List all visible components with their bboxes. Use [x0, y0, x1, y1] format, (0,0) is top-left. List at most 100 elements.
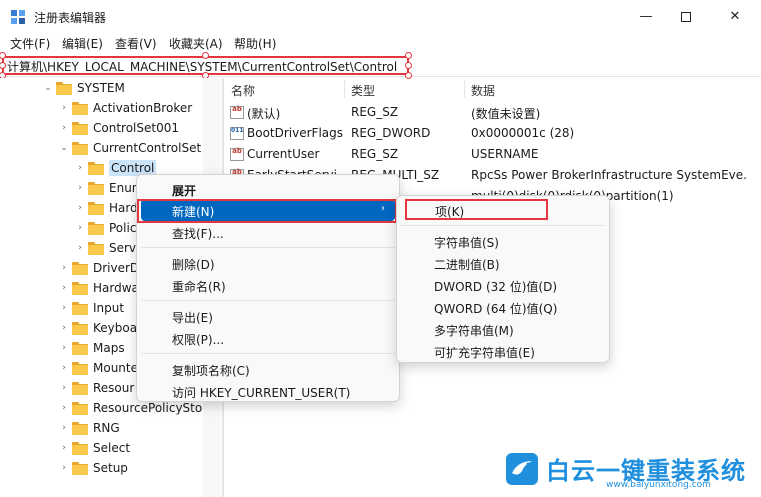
tree-item-label: Serv	[109, 241, 137, 255]
tree-item[interactable]: › RNG	[58, 418, 120, 438]
tree-item[interactable]: › DriverD	[58, 258, 139, 278]
tree-item[interactable]: ⌄ CurrentControlSet	[58, 138, 201, 158]
folder-icon	[56, 82, 72, 95]
chevron-right-icon[interactable]: ›	[58, 423, 70, 433]
title-bar: 注册表编辑器 — ✕	[0, 0, 761, 33]
chevron-right-icon[interactable]: ›	[58, 123, 70, 133]
table-row[interactable]: 011 BootDriverFlags REG_DWORD 0x0000001c (2…	[224, 123, 744, 144]
chevron-down-icon[interactable]: ⌄	[42, 83, 54, 93]
menu-item-delete[interactable]: 删除(D)	[141, 252, 395, 274]
table-row[interactable]: ab CurrentUser REG_SZ USERNAME	[224, 144, 744, 165]
bird-logo-icon	[506, 453, 538, 485]
chevron-right-icon[interactable]: ›	[58, 403, 70, 413]
binary-value-icon: 011	[230, 127, 244, 140]
chevron-right-icon[interactable]: ›	[58, 463, 70, 473]
tree-item[interactable]: › Keyboa	[58, 318, 137, 338]
tree-item[interactable]: ⌄ SYSTEM	[42, 78, 125, 98]
folder-icon	[72, 382, 88, 395]
tree-item-label: Polic	[109, 221, 137, 235]
menu-favorites[interactable]: 收藏夹(A)	[169, 35, 223, 52]
chevron-right-icon[interactable]: ›	[74, 203, 86, 213]
table-row[interactable]: ab (默认) REG_SZ (数值未设置)	[224, 102, 744, 123]
tree-item[interactable]: › Serv	[74, 238, 136, 258]
column-type[interactable]: 类型	[351, 78, 375, 100]
tree-item-label: Resour	[93, 381, 135, 395]
tree-item[interactable]: › Setup	[58, 458, 128, 478]
tree-item[interactable]: › Polic	[74, 218, 136, 238]
tree-item-label: Select	[93, 441, 131, 455]
tree-item[interactable]: › Hard	[74, 198, 138, 218]
chevron-right-icon[interactable]: ›	[74, 243, 86, 253]
tree-item[interactable]: › Mounte	[58, 358, 138, 378]
menu-view[interactable]: 查看(V)	[115, 35, 157, 52]
chevron-right-icon[interactable]: ›	[58, 263, 70, 273]
chevron-right-icon[interactable]: ›	[74, 163, 86, 173]
watermark: 白云一键重装系统 www.baiyunxitong.com	[506, 451, 751, 491]
chevron-right-icon[interactable]: ›	[58, 363, 70, 373]
tree-item[interactable]: › Enum	[74, 178, 143, 198]
tree-item-label: Hard	[109, 201, 138, 215]
maximize-icon	[681, 11, 691, 22]
chevron-right-icon[interactable]: ›	[58, 383, 70, 393]
chevron-right-icon[interactable]: ›	[58, 103, 70, 113]
tree-item-label: RNG	[93, 421, 120, 435]
tree-item-label: Input	[93, 301, 125, 315]
column-data[interactable]: 数据	[471, 78, 495, 100]
tree-item-label: Maps	[93, 341, 125, 355]
menu-item-goto-hkcu[interactable]: 访问 HKEY_CURRENT_USER(T)	[141, 380, 395, 402]
folder-icon	[88, 242, 104, 255]
tree-item[interactable]: › Input	[58, 298, 124, 318]
tree-item[interactable]: › ControlSet001	[58, 118, 179, 138]
menu-item-copy-key-name[interactable]: 复制项名称(C)	[141, 358, 395, 380]
submenu-item-binary-value[interactable]: 二进制值(B)	[401, 252, 605, 274]
folder-icon	[72, 282, 88, 295]
tree-item[interactable]: › Hardwa	[58, 278, 139, 298]
tree-item-label: Setup	[93, 461, 128, 475]
menu-item-permissions[interactable]: 权限(P)...	[141, 327, 395, 349]
menu-item-find[interactable]: 查找(F)...	[141, 221, 395, 243]
value-type: REG_SZ	[351, 147, 399, 161]
string-value-icon: ab	[230, 106, 244, 119]
chevron-right-icon[interactable]: ›	[58, 303, 70, 313]
folder-icon	[72, 442, 88, 455]
tree-item[interactable]: › Select	[58, 438, 130, 458]
folder-icon	[72, 462, 88, 475]
menu-bar: 文件(F) 编辑(E) 查看(V) 收藏夹(A) 帮助(H)	[0, 33, 761, 53]
close-button[interactable]: ✕	[712, 0, 758, 33]
tree-item-label: Keyboa	[93, 321, 138, 335]
menu-edit[interactable]: 编辑(E)	[62, 35, 103, 52]
close-icon: ✕	[729, 9, 741, 24]
folder-icon	[72, 362, 88, 375]
submenu-item-dword-value[interactable]: DWORD (32 位)值(D)	[401, 274, 605, 296]
chevron-right-icon[interactable]: ›	[58, 443, 70, 453]
tree-item[interactable]: › ActivationBroker	[58, 98, 192, 118]
submenu-item-qword-value[interactable]: QWORD (64 位)值(Q)	[401, 296, 605, 318]
chevron-down-icon[interactable]: ⌄	[58, 143, 70, 153]
menu-item-export[interactable]: 导出(E)	[141, 305, 395, 327]
submenu-item-expandable-string-value[interactable]: 可扩充字符串值(E)	[401, 340, 605, 362]
new-highlight-box	[137, 199, 397, 223]
menu-item-expand[interactable]: 展开	[141, 178, 395, 200]
chevron-right-icon[interactable]: ›	[58, 343, 70, 353]
chevron-right-icon[interactable]: ›	[58, 323, 70, 333]
menu-help[interactable]: 帮助(H)	[234, 35, 276, 52]
tree-item-label: CurrentControlSet	[93, 141, 202, 155]
value-data: USERNAME	[471, 147, 539, 161]
chevron-right-icon[interactable]: ›	[74, 223, 86, 233]
chevron-right-icon[interactable]: ›	[74, 183, 86, 193]
value-name: (默认)	[247, 107, 281, 121]
value-data: RpcSs Power BrokerInfrastructure SystemE…	[471, 168, 746, 182]
folder-icon	[72, 102, 88, 115]
menu-file[interactable]: 文件(F)	[10, 35, 50, 52]
tree-item[interactable]: › Resour	[58, 378, 134, 398]
column-name[interactable]: 名称	[231, 78, 255, 100]
maximize-button[interactable]	[663, 0, 709, 33]
registry-editor-icon	[11, 10, 25, 24]
key-highlight-box	[405, 199, 548, 220]
menu-item-rename[interactable]: 重命名(R)	[141, 274, 395, 296]
folder-icon	[72, 342, 88, 355]
chevron-right-icon[interactable]: ›	[58, 283, 70, 293]
submenu-item-multi-string-value[interactable]: 多字符串值(M)	[401, 318, 605, 340]
tree-item[interactable]: › Maps	[58, 338, 125, 358]
submenu-item-string-value[interactable]: 字符串值(S)	[401, 230, 605, 252]
